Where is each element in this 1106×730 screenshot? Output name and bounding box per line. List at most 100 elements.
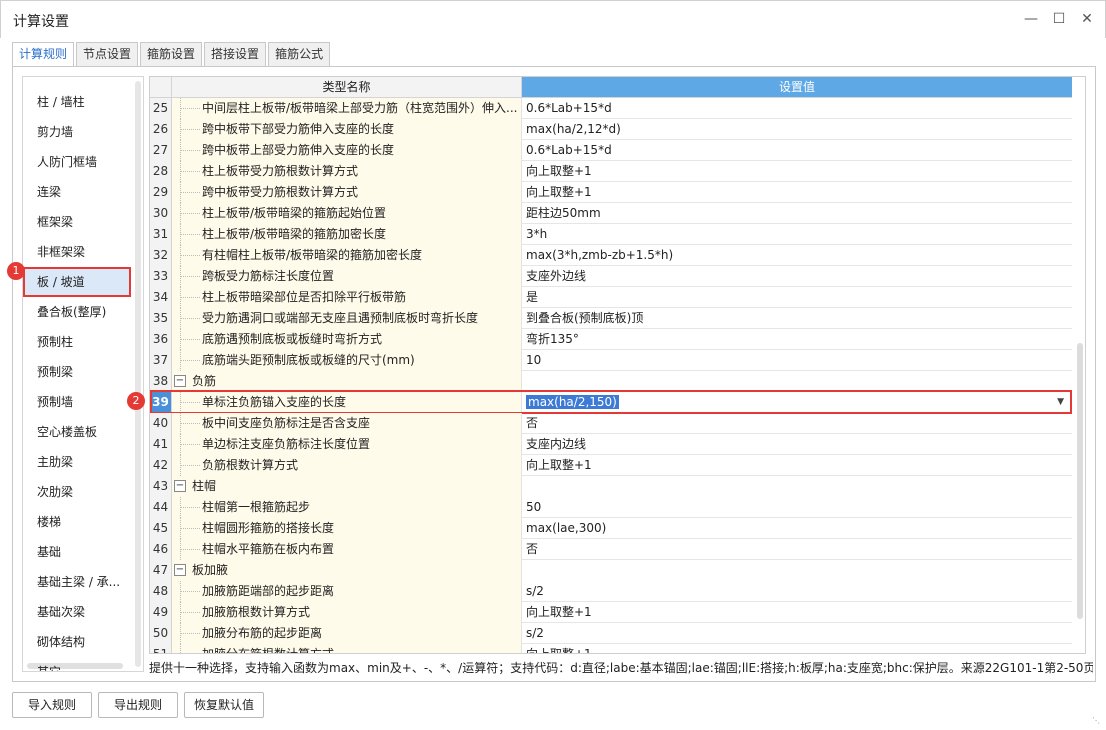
row-label: 加腋分布筋的起步距离 (202, 626, 323, 640)
row-setting-value[interactable]: 支座内边线 (522, 434, 1072, 455)
row-setting-value[interactable]: 0.6*Lab+15*d (522, 98, 1072, 119)
dropdown-arrow-icon[interactable]: ▼ (1057, 392, 1064, 412)
sidebar-item[interactable]: 其它 (23, 657, 131, 671)
sidebar-item[interactable]: 砌体结构 (23, 627, 131, 657)
selected-value-text[interactable]: max(ha/2,150) (526, 395, 619, 409)
collapse-toggle-icon[interactable]: − (174, 564, 186, 576)
row-setting-value[interactable]: max(3*h,zmb-zb+1.5*h) (522, 245, 1072, 266)
group-row[interactable]: 47− 板加腋 (150, 560, 1072, 581)
row-number: 41 (150, 434, 172, 455)
table-row[interactable]: 37 底筋端头距预制底板或板缝的尺寸(mm) 10 (150, 350, 1072, 371)
group-row[interactable]: 38− 负筋 (150, 371, 1072, 392)
row-setting-value[interactable]: 支座外边线 (522, 266, 1072, 287)
row-type-name: 中间层柱上板带/板带暗梁上部受力筋（柱宽范围外）伸入... (172, 98, 522, 119)
row-label: 加腋筋距端部的起步距离 (202, 584, 335, 598)
tab-lap-settings[interactable]: 搭接设置 (204, 42, 267, 66)
tab-calc-rules[interactable]: 计算规则 (12, 42, 75, 67)
row-setting-value[interactable]: 向上取整+1 (522, 161, 1072, 182)
row-setting-value[interactable]: 向上取整+1 (522, 644, 1072, 653)
group-row[interactable]: 43− 柱帽 (150, 476, 1072, 497)
row-setting-value[interactable]: 向上取整+1 (522, 455, 1072, 476)
resize-grip-icon[interactable]: ⋱ (1092, 716, 1102, 726)
sidebar-item[interactable]: 预制柱 (23, 327, 131, 357)
table-row[interactable]: 25 中间层柱上板带/板带暗梁上部受力筋（柱宽范围外）伸入... 0.6*Lab+1… (150, 98, 1072, 119)
table-row[interactable]: 33 跨板受力筋标注长度位置 支座外边线 (150, 266, 1072, 287)
maximize-icon[interactable]: ☐ (1049, 9, 1069, 29)
sidebar-item[interactable]: 连梁 (23, 177, 131, 207)
table-row[interactable]: 28 柱上板带受力筋根数计算方式 向上取整+1 (150, 161, 1072, 182)
sidebar-item[interactable]: 基础次梁 (23, 597, 131, 627)
row-setting-value[interactable]: 否 (522, 413, 1072, 434)
sidebar-item[interactable]: 基础主梁 / 承... (23, 567, 131, 597)
tree-branch (180, 297, 200, 298)
table-row[interactable]: 29 跨中板带受力筋根数计算方式 向上取整+1 (150, 182, 1072, 203)
component-list[interactable]: 柱 / 墙柱 剪力墙 人防门框墙 连梁 框架梁 非框架梁板 / 坡道 叠合板(整厚) 预制柱预… (22, 76, 144, 672)
close-icon[interactable]: ✕ (1077, 9, 1097, 29)
group-label: 负筋 (192, 374, 217, 388)
table-row[interactable]: 34 柱上板带暗梁部位是否扣除平行板带筋 是 (150, 287, 1072, 308)
table-row[interactable]: 26 跨中板带下部受力筋伸入支座的长度 max(ha/2,12*d) (150, 119, 1072, 140)
sidebar-scrollbar[interactable] (135, 81, 141, 667)
sidebar-item[interactable]: 空心楼盖板 (23, 417, 131, 447)
export-rules-button[interactable]: 导出规则 (98, 692, 178, 718)
sidebar-item[interactable]: 预制墙 (23, 387, 131, 417)
sidebar-item[interactable]: 剪力墙 (23, 117, 131, 147)
collapse-toggle-icon[interactable]: − (174, 480, 186, 492)
tree-branch (180, 213, 200, 214)
row-setting-value[interactable]: 0.6*Lab+15*d (522, 140, 1072, 161)
table-row[interactable]: 39 单标注负筋锚入支座的长度 max(ha/2,150) ▼ (150, 390, 1072, 414)
window-title: 计算设置 (13, 14, 69, 30)
sidebar-item[interactable]: 次肋梁 (23, 477, 131, 507)
row-setting-value[interactable]: max(lae,300) (522, 518, 1072, 539)
import-rules-button[interactable]: 导入规则 (12, 692, 92, 718)
tab-stirrup-formula[interactable]: 箍筋公式 (268, 42, 331, 66)
table-row[interactable]: 30 柱上板带/板带暗梁的箍筋起始位置 距柱边50mm (150, 203, 1072, 224)
row-setting-value[interactable]: 向上取整+1 (522, 602, 1072, 623)
minimize-icon[interactable]: — (1021, 9, 1041, 29)
sidebar-item[interactable]: 板 / 坡道 (23, 267, 131, 297)
grid-scrollbar[interactable] (1077, 343, 1083, 619)
row-setting-value[interactable]: 是 (522, 287, 1072, 308)
sidebar-item[interactable]: 柱 / 墙柱 (23, 87, 131, 117)
collapse-toggle-icon[interactable]: − (174, 375, 186, 387)
row-setting-value[interactable]: max(ha/2,150) ▼ (522, 392, 1072, 413)
table-row[interactable]: 32 有柱帽柱上板带/板带暗梁的箍筋加密长度 max(3*h,zmb-zb+1.5*… (150, 245, 1072, 266)
table-row[interactable]: 49 加腋筋根数计算方式 向上取整+1 (150, 602, 1072, 623)
row-setting-value[interactable]: 向上取整+1 (522, 182, 1072, 203)
sidebar-item[interactable]: 预制梁 (23, 357, 131, 387)
table-row[interactable]: 31 柱上板带/板带暗梁的箍筋加密长度 3*h (150, 224, 1072, 245)
table-row[interactable]: 50 加腋分布筋的起步距离 s/2 (150, 623, 1072, 644)
restore-defaults-button[interactable]: 恢复默认值 (184, 692, 264, 718)
sidebar-item[interactable]: 叠合板(整厚) (23, 297, 131, 327)
row-setting-value[interactable]: 3*h (522, 224, 1072, 245)
table-row[interactable]: 35 受力筋遇洞口或端部无支座且遇预制底板时弯折长度 到叠合板(预制底板)顶 (150, 308, 1072, 329)
row-setting-value[interactable]: 到叠合板(预制底板)顶 (522, 308, 1072, 329)
table-row[interactable]: 48 加腋筋距端部的起步距离 s/2 (150, 581, 1072, 602)
sidebar-item[interactable]: 主肋梁 (23, 447, 131, 477)
row-setting-value[interactable]: s/2 (522, 581, 1072, 602)
row-label: 柱帽圆形箍筋的搭接长度 (202, 521, 335, 535)
row-setting-value[interactable]: s/2 (522, 623, 1072, 644)
row-setting-value[interactable]: 弯折135° (522, 329, 1072, 350)
row-setting-value[interactable]: 50 (522, 497, 1072, 518)
table-row[interactable]: 36 底筋遇预制底板或板缝时弯折方式 弯折135° (150, 329, 1072, 350)
table-row[interactable]: 40 板中间支座负筋标注是否含支座 否 (150, 413, 1072, 434)
row-setting-value[interactable]: max(ha/2,12*d) (522, 119, 1072, 140)
row-setting-value[interactable]: 否 (522, 539, 1072, 560)
tab-node-settings[interactable]: 节点设置 (76, 42, 139, 66)
table-row[interactable]: 45 柱帽圆形箍筋的搭接长度 max(lae,300) (150, 518, 1072, 539)
sidebar-item[interactable]: 楼梯 (23, 507, 131, 537)
table-row[interactable]: 41 单边标注支座负筋标注长度位置 支座内边线 (150, 434, 1072, 455)
table-row[interactable]: 42 负筋根数计算方式 向上取整+1 (150, 455, 1072, 476)
tab-stirrup-settings[interactable]: 箍筋设置 (140, 42, 203, 66)
table-row[interactable]: 44 柱帽第一根箍筋起步 50 (150, 497, 1072, 518)
row-setting-value[interactable]: 10 (522, 350, 1072, 371)
row-setting-value[interactable]: 距柱边50mm (522, 203, 1072, 224)
sidebar-item[interactable]: 框架梁 (23, 207, 131, 237)
sidebar-item[interactable]: 非框架梁 (23, 237, 131, 267)
table-row[interactable]: 46 柱帽水平箍筋在板内布置 否 (150, 539, 1072, 560)
table-row[interactable]: 27 跨中板带上部受力筋伸入支座的长度 0.6*Lab+15*d (150, 140, 1072, 161)
table-row[interactable]: 51 加腋分布筋根数计算方式 向上取整+1 (150, 644, 1072, 653)
sidebar-item[interactable]: 基础 (23, 537, 131, 567)
sidebar-item[interactable]: 人防门框墙 (23, 147, 131, 177)
